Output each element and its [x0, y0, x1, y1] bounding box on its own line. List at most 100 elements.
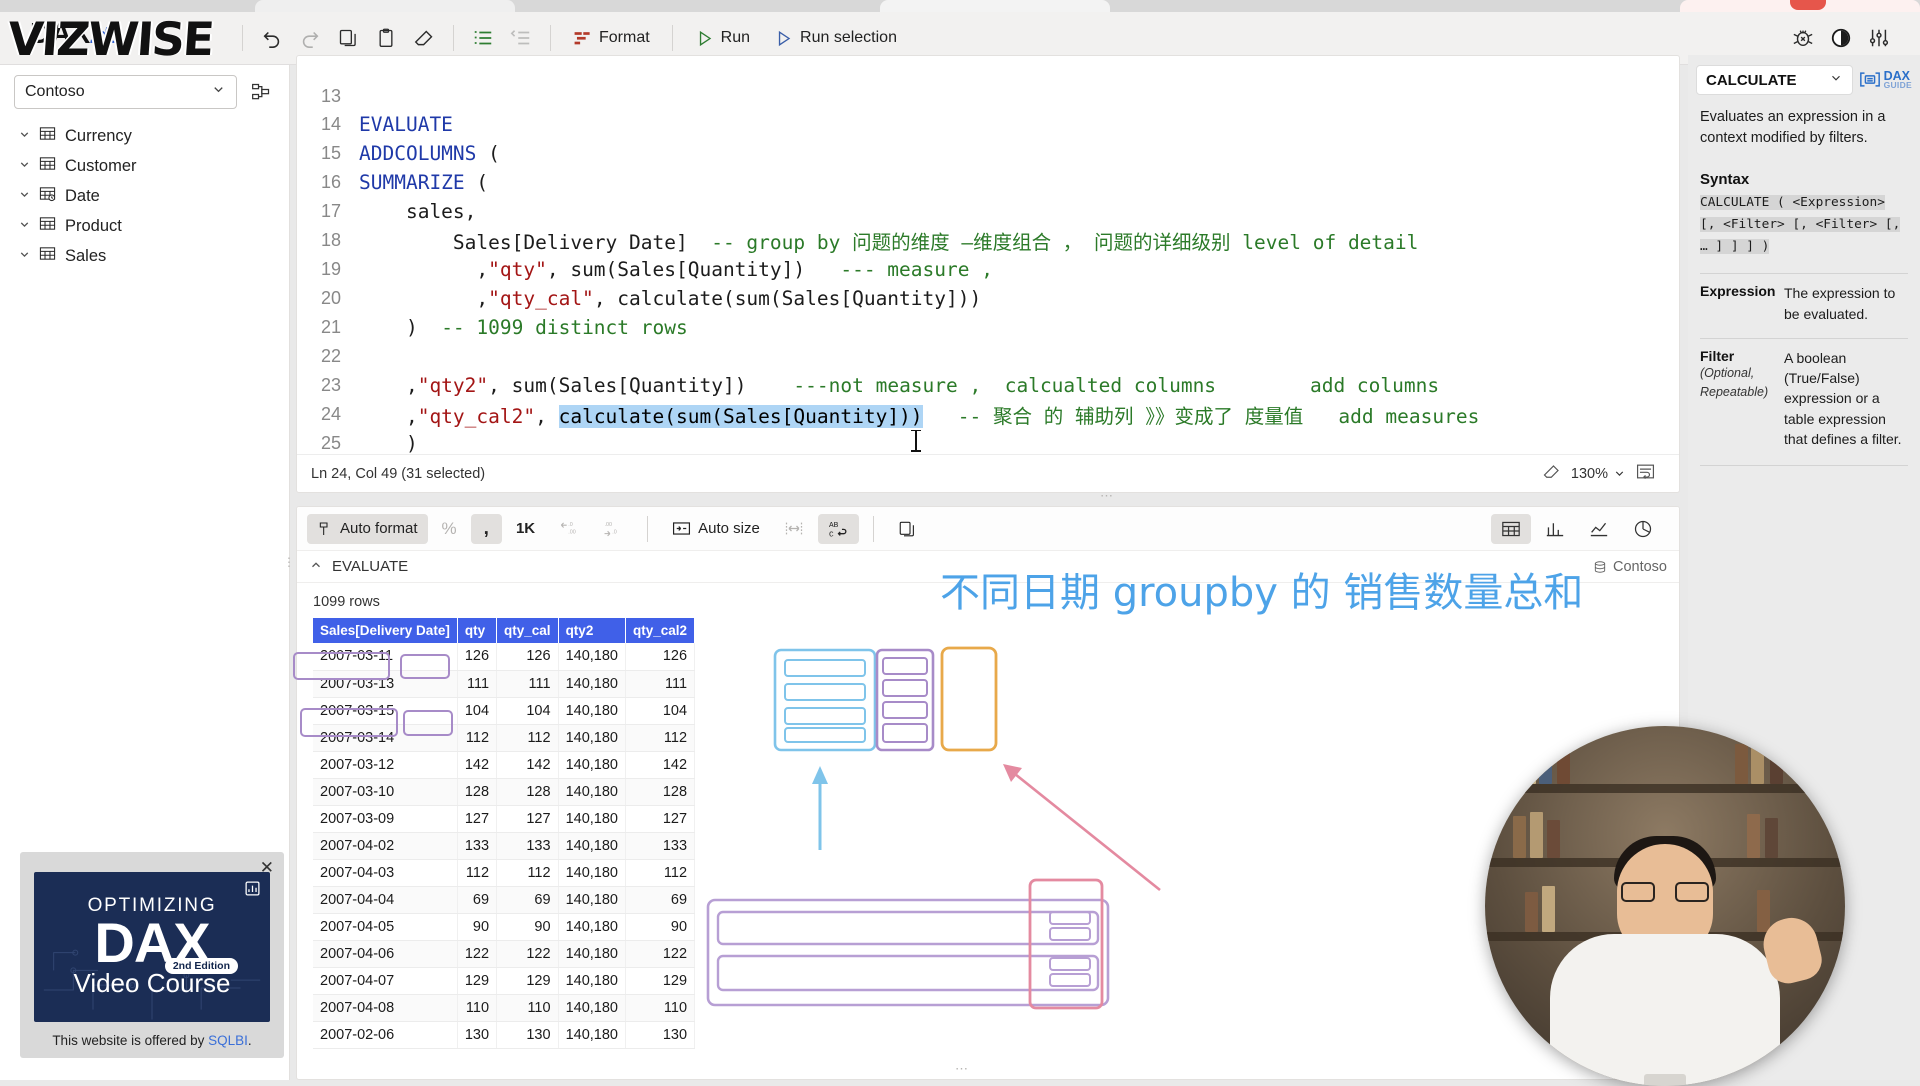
- auto-size-button[interactable]: Auto size: [662, 514, 770, 544]
- grid-cell[interactable]: 2007-04-07: [313, 967, 458, 995]
- grid-cell[interactable]: 140,180: [558, 751, 626, 779]
- grid-cell[interactable]: 104: [496, 697, 559, 725]
- table-row[interactable]: 2007-03-11 126 126 140,180 126: [313, 643, 696, 671]
- bug-icon[interactable]: [1784, 21, 1822, 55]
- code-text[interactable]: ) -- 1099 distinct rows: [359, 316, 688, 339]
- grid-cell[interactable]: 127: [496, 805, 559, 833]
- panel-left-grip[interactable]: ⋮: [283, 556, 295, 568]
- format-list-icon[interactable]: [464, 21, 502, 55]
- grid-cell[interactable]: 129: [496, 967, 559, 995]
- format-button[interactable]: Format: [561, 21, 662, 55]
- grid-cell[interactable]: 112: [625, 724, 696, 752]
- chevron-down-icon[interactable]: [18, 158, 30, 174]
- unformat-list-icon[interactable]: [502, 21, 540, 55]
- sidebar-item-product[interactable]: Product: [0, 211, 289, 241]
- grid-cell[interactable]: 112: [625, 859, 696, 887]
- increase-decimal-icon[interactable]: .00.0: [593, 514, 633, 544]
- chevron-down-icon[interactable]: [18, 248, 30, 264]
- table-row[interactable]: 2007-03-13 111 111 140,180 111: [313, 670, 696, 698]
- grid-cell[interactable]: 112: [457, 724, 498, 752]
- grid-cell[interactable]: 133: [457, 832, 498, 860]
- code-line[interactable]: 15 ADDCOLUMNS (: [297, 139, 1679, 168]
- grid-cell[interactable]: 140,180: [558, 643, 626, 671]
- eraser-icon[interactable]: [1543, 463, 1561, 485]
- ad-image[interactable]: OPTIMIZING DAX 2nd Edition Video Course: [34, 872, 270, 1022]
- table-row[interactable]: 2007-03-14 112 112 140,180 112: [313, 724, 696, 752]
- grid-cell[interactable]: 110: [625, 994, 696, 1022]
- fit-width-icon[interactable]: [774, 514, 814, 544]
- grid-cell[interactable]: 130: [457, 1021, 498, 1049]
- presenter-video-bubble[interactable]: [1485, 726, 1845, 1086]
- grid-cell[interactable]: 140,180: [558, 670, 626, 698]
- grid-cell[interactable]: 129: [625, 967, 696, 995]
- grid-cell[interactable]: 122: [457, 940, 498, 968]
- grid-cell[interactable]: 140,180: [558, 1021, 626, 1049]
- grid-cell[interactable]: 112: [496, 724, 559, 752]
- chevron-down-icon[interactable]: [18, 128, 30, 144]
- grid-cell[interactable]: 111: [457, 670, 498, 698]
- dax-editor[interactable]: 13 14 EVALUATE 15 ADDCOLUMNS (16 SUMMARIZE (1…: [296, 55, 1680, 493]
- grid-cell[interactable]: 111: [496, 670, 559, 698]
- table-row[interactable]: 2007-04-08 110 110 140,180 110: [313, 994, 696, 1022]
- code-text[interactable]: ,"qty_cal2", calculate(sum(Sales[Quantit…: [359, 400, 1479, 429]
- grid-cell[interactable]: 122: [625, 940, 696, 968]
- sidebar-item-customer[interactable]: Customer: [0, 151, 289, 181]
- code-text[interactable]: Sales[Delivery Date] -- group by 问题的维度 —…: [359, 226, 1418, 255]
- dax-guide-logo[interactable]: DAX GUIDE: [1859, 69, 1912, 90]
- code-line[interactable]: 23 ,"qty2", sum(Sales[Quantity]) ---not …: [297, 371, 1679, 400]
- grid-cell[interactable]: 140,180: [558, 832, 626, 860]
- run-button[interactable]: Run: [683, 21, 762, 55]
- grid-cell[interactable]: 128: [457, 778, 498, 806]
- table-row[interactable]: 2007-04-02 133 133 140,180 133: [313, 832, 696, 860]
- grid-cell[interactable]: 126: [457, 643, 498, 671]
- browser-tab-2[interactable]: [880, 0, 1110, 12]
- code-text[interactable]: EVALUATE: [359, 113, 453, 136]
- table-view-icon[interactable]: [1491, 513, 1531, 544]
- grid-cell[interactable]: 2007-04-02: [313, 832, 458, 860]
- chevron-down-icon[interactable]: [18, 188, 30, 204]
- grid-cell[interactable]: 2007-03-13: [313, 670, 458, 698]
- paste-button[interactable]: [367, 21, 405, 55]
- grid-cell[interactable]: 129: [457, 967, 498, 995]
- grid-cell[interactable]: 127: [457, 805, 498, 833]
- grid-cell[interactable]: 128: [625, 778, 696, 806]
- grid-cell[interactable]: 2007-04-08: [313, 994, 458, 1022]
- grid-cell[interactable]: 2007-02-06: [313, 1021, 458, 1049]
- grid-cell[interactable]: 2007-04-03: [313, 859, 458, 887]
- table-row[interactable]: 2007-03-10 128 128 140,180 128: [313, 778, 696, 806]
- grid-cell[interactable]: 142: [625, 751, 696, 779]
- code-line[interactable]: 13: [297, 82, 1679, 110]
- grid-cell[interactable]: 133: [496, 832, 559, 860]
- grid-cell[interactable]: 2007-04-04: [313, 886, 458, 914]
- chevron-down-icon[interactable]: [18, 218, 30, 234]
- grid-cell[interactable]: 110: [496, 994, 559, 1022]
- grid-cell[interactable]: 69: [496, 886, 559, 914]
- grid-cell[interactable]: 140,180: [558, 778, 626, 806]
- table-row[interactable]: 2007-03-15 104 104 140,180 104: [313, 697, 696, 725]
- database-select[interactable]: Contoso: [14, 75, 237, 109]
- grid-cell[interactable]: 2007-03-11: [313, 643, 458, 671]
- grid-cell[interactable]: 142: [457, 751, 498, 779]
- grid-cell[interactable]: 140,180: [558, 724, 626, 752]
- code-line[interactable]: 24 ,"qty_cal2", calculate(sum(Sales[Quan…: [297, 400, 1679, 429]
- pie-chart-icon[interactable]: [1623, 514, 1663, 544]
- copy-button[interactable]: [329, 21, 367, 55]
- grid-cell[interactable]: 2007-03-10: [313, 778, 458, 806]
- grid-cell[interactable]: 90: [496, 913, 559, 941]
- code-line[interactable]: 19 ,"qty", sum(Sales[Quantity]) --- meas…: [297, 255, 1679, 284]
- code-area[interactable]: 13 14 EVALUATE 15 ADDCOLUMNS (16 SUMMARIZE (1…: [297, 56, 1679, 456]
- code-text[interactable]: ADDCOLUMNS (: [359, 142, 500, 165]
- grid-cell[interactable]: 130: [496, 1021, 559, 1049]
- grid-cell[interactable]: 2007-03-15: [313, 697, 458, 725]
- grid-cell[interactable]: 112: [457, 859, 498, 887]
- redo-button[interactable]: [291, 21, 329, 55]
- wrap-text-icon[interactable]: AB C: [817, 513, 859, 544]
- zoom-level-select[interactable]: 130%: [1571, 466, 1626, 482]
- grid-cell[interactable]: 2007-04-05: [313, 913, 458, 941]
- grid-cell[interactable]: 140,180: [558, 940, 626, 968]
- code-text[interactable]: ,"qty", sum(Sales[Quantity]) --- measure…: [359, 258, 993, 281]
- bar-chart-icon[interactable]: [1535, 514, 1575, 544]
- grid-cell[interactable]: 69: [457, 886, 498, 914]
- grid-cell[interactable]: 140,180: [558, 697, 626, 725]
- table-row[interactable]: 2007-04-03 112 112 140,180 112: [313, 859, 696, 887]
